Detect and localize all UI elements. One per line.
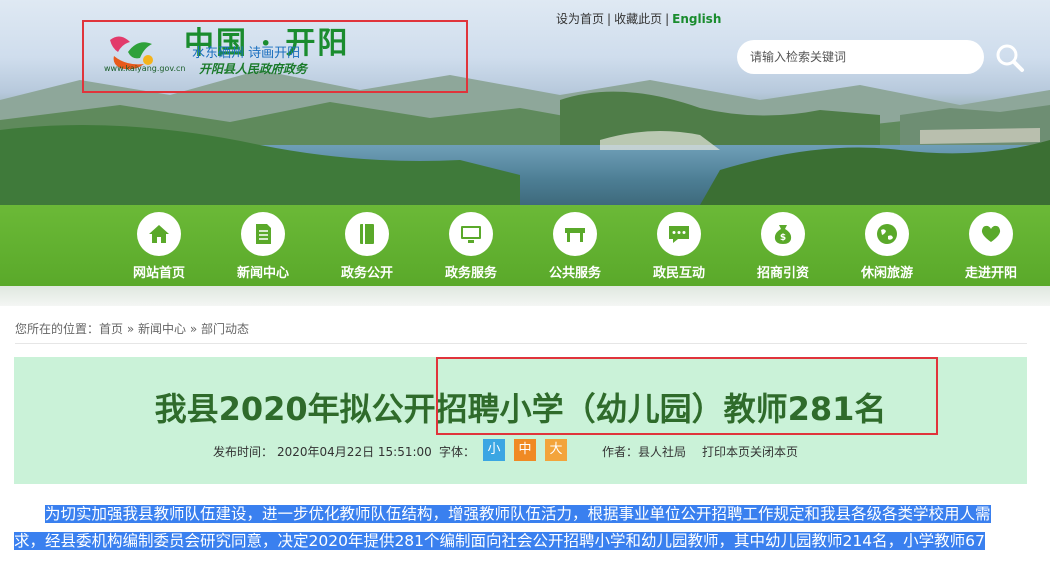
nav-item-gov-services[interactable]: 政务服务 — [425, 205, 515, 286]
search-icon[interactable] — [994, 42, 1026, 74]
font-small-button[interactable]: 小 — [483, 439, 505, 461]
nav-label: 休闲旅游 — [860, 266, 913, 281]
header-banner: 中国 · 开阳 水东硒州 诗画开阳 www.kaiyang.gov.cn 开阳县… — [0, 0, 1050, 205]
hills-foreground — [0, 125, 1050, 205]
nav-label: 招商引资 — [756, 266, 809, 281]
top-link-separator: | — [665, 12, 670, 26]
top-link-separator: | — [607, 12, 612, 26]
book-icon — [345, 212, 389, 256]
main-nav: 网站首页 新闻中心 政务公开 政务服务 公共服务 政民互动 $ 招商引资 休闲旅… — [0, 205, 1050, 286]
set-homepage-link[interactable]: 设为首页 — [556, 12, 604, 26]
table-icon — [553, 212, 597, 256]
svg-text:$: $ — [780, 233, 786, 243]
nav-item-tourism[interactable]: 休闲旅游 — [841, 205, 931, 286]
nav-item-about[interactable]: 走进开阳 — [945, 205, 1035, 286]
title-highlight-box — [436, 357, 938, 435]
nav-item-news[interactable]: 新闻中心 — [217, 205, 307, 286]
nav-label: 新闻中心 — [236, 266, 289, 281]
paragraph-line: 为切实加强我县教师队伍建设，进一步优化教师队伍结构，增强教师队伍活力，根据事业单… — [14, 501, 1027, 528]
nav-shadow-band — [0, 286, 1050, 306]
selected-text: 求，经县委机构编制委员会研究同意，决定2020年提供281个编制面向社会公开招聘… — [14, 532, 985, 550]
font-large-button[interactable]: 大 — [545, 439, 567, 461]
favorite-link[interactable]: 收藏此页 — [614, 12, 662, 26]
font-size-label: 字体： — [439, 445, 476, 459]
nav-item-interaction[interactable]: 政民互动 — [633, 205, 723, 286]
nav-item-gov-affairs[interactable]: 政务公开 — [321, 205, 411, 286]
nav-item-investment[interactable]: $ 招商引资 — [737, 205, 827, 286]
logo-url: www.kaiyang.gov.cn — [104, 64, 186, 73]
breadcrumb: 您所在的位置：首页 » 新闻中心 » 部门动态 — [15, 320, 249, 337]
close-link[interactable]: 关闭本页 — [750, 443, 798, 460]
nav-label: 走进开阳 — [964, 266, 1017, 281]
nav-label: 公共服务 — [548, 266, 601, 281]
breadcrumb-divider — [15, 343, 1027, 344]
publish-time: 2020年04月22日 15:51:00 — [277, 445, 432, 459]
breadcrumb-dept[interactable]: 部门动态 — [201, 322, 249, 336]
author-name: 县人社局 — [638, 445, 687, 459]
document-icon — [241, 212, 285, 256]
nav-label: 政民互动 — [652, 266, 705, 281]
paragraph-line: 求，经县委机构编制委员会研究同意，决定2020年提供281个编制面向社会公开招聘… — [14, 528, 1027, 555]
logo-subtitle: 开阳县人民政府政务 — [199, 62, 308, 76]
nav-item-home[interactable]: 网站首页 — [113, 205, 203, 286]
breadcrumb-separator: » — [123, 322, 139, 336]
article-body: 为切实加强我县教师队伍建设，进一步优化教师队伍结构，增强教师队伍活力，根据事业单… — [14, 501, 1027, 555]
globe-icon — [865, 212, 909, 256]
font-medium-button[interactable]: 中 — [514, 439, 536, 461]
nav-label: 网站首页 — [132, 266, 185, 281]
search-input[interactable] — [737, 40, 984, 74]
home-icon — [137, 212, 181, 256]
publish-label: 发布时间： — [213, 445, 274, 459]
monitor-icon — [449, 212, 493, 256]
breadcrumb-separator: » — [186, 322, 202, 336]
heart-icon — [969, 212, 1013, 256]
logo-highlight-box: 中国 · 开阳 水东硒州 诗画开阳 www.kaiyang.gov.cn 开阳县… — [82, 20, 468, 93]
nav-item-public-services[interactable]: 公共服务 — [529, 205, 619, 286]
logo-slogan: 水东硒州 诗画开阳 — [192, 46, 301, 61]
breadcrumb-prefix: 您所在的位置： — [15, 322, 100, 336]
breadcrumb-home[interactable]: 首页 — [99, 322, 123, 336]
money-bag-icon: $ — [761, 212, 805, 256]
nav-label: 政务公开 — [340, 266, 393, 281]
top-links: 设为首页 | 收藏此页 | English — [556, 10, 721, 27]
chat-icon — [657, 212, 701, 256]
print-link[interactable]: 打印本页 — [702, 443, 750, 460]
english-link[interactable]: English — [672, 12, 721, 26]
nav-label: 政务服务 — [444, 266, 497, 281]
selected-text: 为切实加强我县教师队伍建设，进一步优化教师队伍结构，增强教师队伍活力，根据事业单… — [45, 505, 991, 523]
author-label: 作者： — [602, 445, 639, 459]
breadcrumb-news[interactable]: 新闻中心 — [138, 322, 186, 336]
